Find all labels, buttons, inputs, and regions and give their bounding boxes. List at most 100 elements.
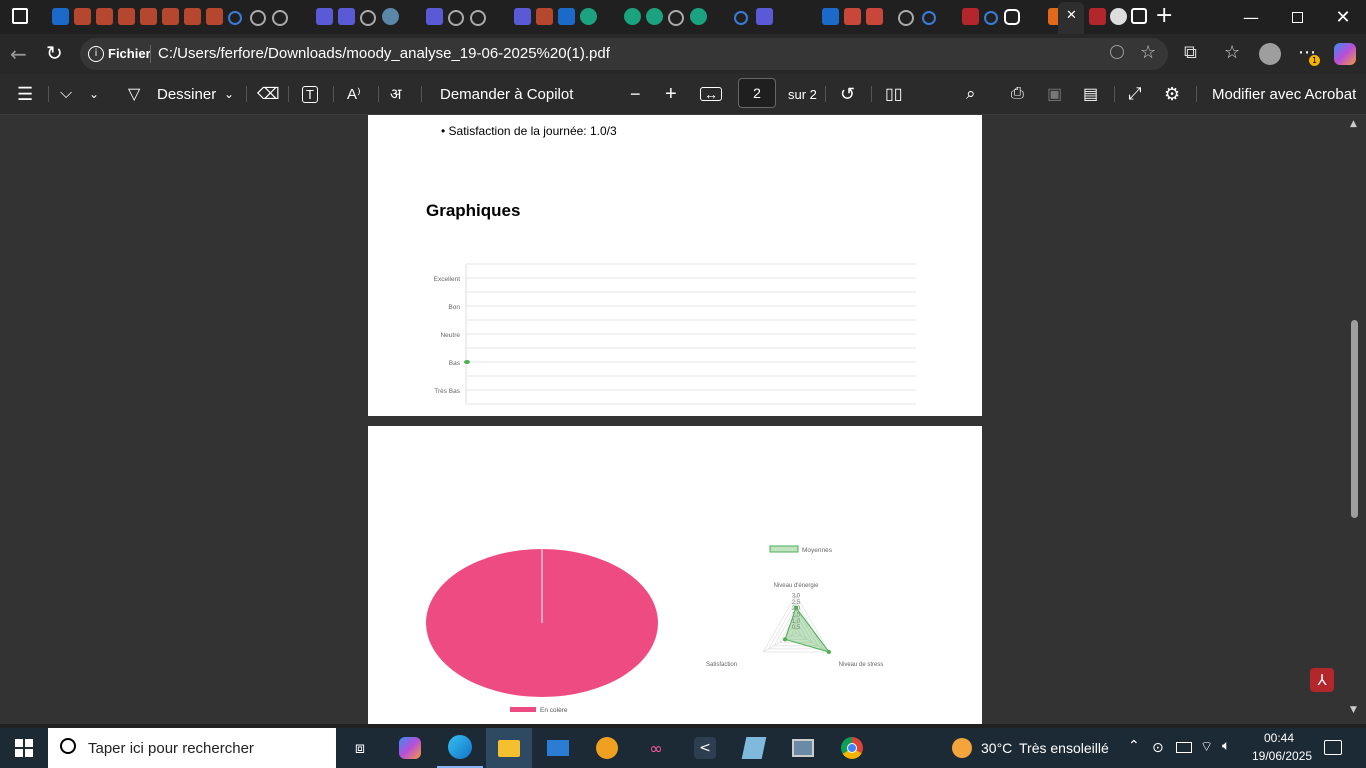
rotate-icon[interactable]: ↺ [840, 74, 855, 114]
text-box-icon[interactable]: T [302, 74, 318, 114]
tab-favicon-gmail-icon[interactable] [844, 8, 861, 25]
minimize-icon[interactable]: — [1228, 0, 1274, 34]
tab-favicon-app-icon[interactable] [514, 8, 531, 25]
scrollbar-down-icon[interactable]: ▼ [1350, 705, 1357, 715]
tab-favicon-chart-icon[interactable] [206, 8, 223, 25]
contents-icon[interactable]: ☰ [17, 74, 33, 114]
weather-icon[interactable] [952, 738, 972, 758]
scrollbar-thumb[interactable] [1351, 320, 1358, 518]
chevron-down-icon[interactable]: ⌄ [89, 74, 99, 114]
zoom-in-icon[interactable]: + [665, 74, 677, 114]
profile-avatar[interactable] [1259, 43, 1281, 65]
scrollbar-up-icon[interactable]: ▲ [1350, 119, 1357, 129]
draw-button[interactable]: Dessiner [157, 74, 216, 114]
tab-favicon-pdf-icon[interactable] [1089, 8, 1106, 25]
tab-favicon-github-icon[interactable] [1110, 8, 1127, 25]
tray-app-icon[interactable]: ⊙ [1152, 740, 1164, 756]
translate-icon[interactable]: अ [390, 74, 401, 114]
favorites-icon[interactable]: ☆ [1224, 42, 1240, 63]
tab-favicon-app-icon[interactable] [756, 8, 773, 25]
tab-favicon-globe-icon[interactable] [448, 10, 464, 26]
fullscreen-icon[interactable]: ⤢ [1128, 74, 1142, 114]
close-window-icon[interactable]: ✕ [1320, 0, 1366, 34]
tab-favicon-app-icon[interactable] [646, 8, 663, 25]
tab-favicon-app-icon[interactable] [1131, 8, 1147, 24]
pdf-viewer[interactable]: • Satisfaction de la journée: 1.0/3 Grap… [0, 115, 1366, 724]
back-icon[interactable]: ← [10, 42, 27, 66]
extensions-icon[interactable]: ⧉ [1184, 42, 1197, 63]
wifi-icon[interactable]: ⌔ [1200, 738, 1213, 756]
tab-favicon-globe-icon[interactable] [668, 10, 684, 26]
eraser-icon[interactable]: ⌫ [257, 74, 280, 114]
weather-condition[interactable]: Très ensoleillé [1019, 740, 1109, 756]
acrobat-icon[interactable]: ⅄ [1310, 668, 1334, 692]
tab-favicon-bing-icon[interactable] [822, 8, 839, 25]
settings-gear-icon[interactable]: ⚙ [1164, 74, 1180, 114]
weather-temperature[interactable]: 30°C [981, 740, 1012, 756]
tab-favicon-pdf-icon[interactable] [962, 8, 979, 25]
file-explorer-icon[interactable] [486, 728, 532, 768]
notes-app-icon[interactable] [731, 728, 777, 768]
tab-favicon-chart-icon[interactable] [184, 8, 201, 25]
windows-start-icon[interactable] [0, 728, 48, 768]
ask-copilot-button[interactable]: Demander à Copilot [440, 74, 573, 114]
mail-icon[interactable] [535, 728, 581, 768]
tab-favicon-copilot-icon[interactable] [1004, 9, 1020, 25]
tab-favicon-app-icon[interactable] [580, 8, 597, 25]
site-info-icon[interactable]: i [88, 46, 104, 62]
tab-favicon-search-icon[interactable] [228, 11, 242, 25]
vpn-app-icon[interactable] [584, 728, 630, 768]
page-number-input[interactable]: 2 [738, 78, 776, 108]
tab-favicon-chart-icon[interactable] [140, 8, 157, 25]
favorite-star-icon[interactable]: ☆ [1140, 42, 1156, 63]
tab-favicon-chart-icon[interactable] [162, 8, 179, 25]
print-icon[interactable]: ⎙ [1011, 74, 1024, 114]
code-app-icon[interactable]: < [682, 728, 728, 768]
monitor-app-icon[interactable] [780, 728, 826, 768]
fit-page-icon[interactable]: ↔ [700, 74, 722, 114]
tab-favicon-globe-icon[interactable] [272, 10, 288, 26]
tab-favicon-gmail-icon[interactable] [866, 8, 883, 25]
chrome-icon[interactable] [829, 728, 875, 768]
tab-favicon-app-icon[interactable] [382, 8, 399, 25]
clock-date[interactable]: 19/06/2025 [1252, 749, 1312, 763]
tab-favicon-globe-icon[interactable] [470, 10, 486, 26]
tab-favicon-chart-icon[interactable] [118, 8, 135, 25]
edit-with-acrobat-button[interactable]: Modifier avec Acrobat [1212, 74, 1356, 114]
tab-favicon-chart-icon[interactable] [74, 8, 91, 25]
tab-actions-icon[interactable] [12, 8, 28, 24]
chevron-up-icon[interactable]: ⌃ [1128, 738, 1140, 754]
notifications-icon[interactable] [1324, 740, 1342, 755]
tab-favicon-globe-icon[interactable] [360, 10, 376, 26]
zoom-icon[interactable] [1110, 45, 1124, 59]
zoom-out-icon[interactable]: − [630, 74, 641, 114]
tab-favicon-app-icon[interactable] [338, 8, 355, 25]
save-icon[interactable]: ▣ [1047, 74, 1062, 114]
workflow-app-icon[interactable]: ∞ [633, 728, 679, 768]
tab-favicon-bing-icon[interactable] [52, 8, 69, 25]
new-tab-icon[interactable]: + [1155, 3, 1173, 28]
tab-favicon-search-icon[interactable] [984, 11, 998, 25]
chevron-down-icon[interactable]: ⌄ [224, 74, 234, 114]
volume-icon[interactable]: 🔈︎ [1222, 738, 1230, 754]
restore-icon[interactable] [1274, 0, 1320, 34]
highlight-icon[interactable]: ⌵ [60, 74, 72, 114]
page-view-icon[interactable]: ▯▯ [885, 74, 903, 114]
tab-favicon-search-icon[interactable] [734, 11, 748, 25]
refresh-icon[interactable]: ↻ [46, 41, 63, 65]
tab-favicon-app-icon[interactable] [690, 8, 707, 25]
tab-favicon-app-icon[interactable] [624, 8, 641, 25]
tab-favicon-chart-icon[interactable] [536, 8, 553, 25]
copilot-icon[interactable] [1334, 43, 1356, 65]
draw-icon[interactable]: ▽ [128, 74, 140, 114]
tab-favicon-bing-icon[interactable] [558, 8, 575, 25]
tab-favicon-globe-icon[interactable] [250, 10, 266, 26]
tab-favicon-app-icon[interactable] [426, 8, 443, 25]
tab-favicon-app-icon[interactable] [316, 8, 333, 25]
battery-icon[interactable] [1176, 742, 1192, 753]
close-tab-icon[interactable]: ✕ [1066, 8, 1077, 23]
save-as-icon[interactable]: ▤ [1083, 74, 1098, 114]
clock-time[interactable]: 00:44 [1264, 731, 1294, 745]
tab-favicon-chart-icon[interactable] [96, 8, 113, 25]
tab-favicon-search-icon[interactable] [922, 11, 936, 25]
